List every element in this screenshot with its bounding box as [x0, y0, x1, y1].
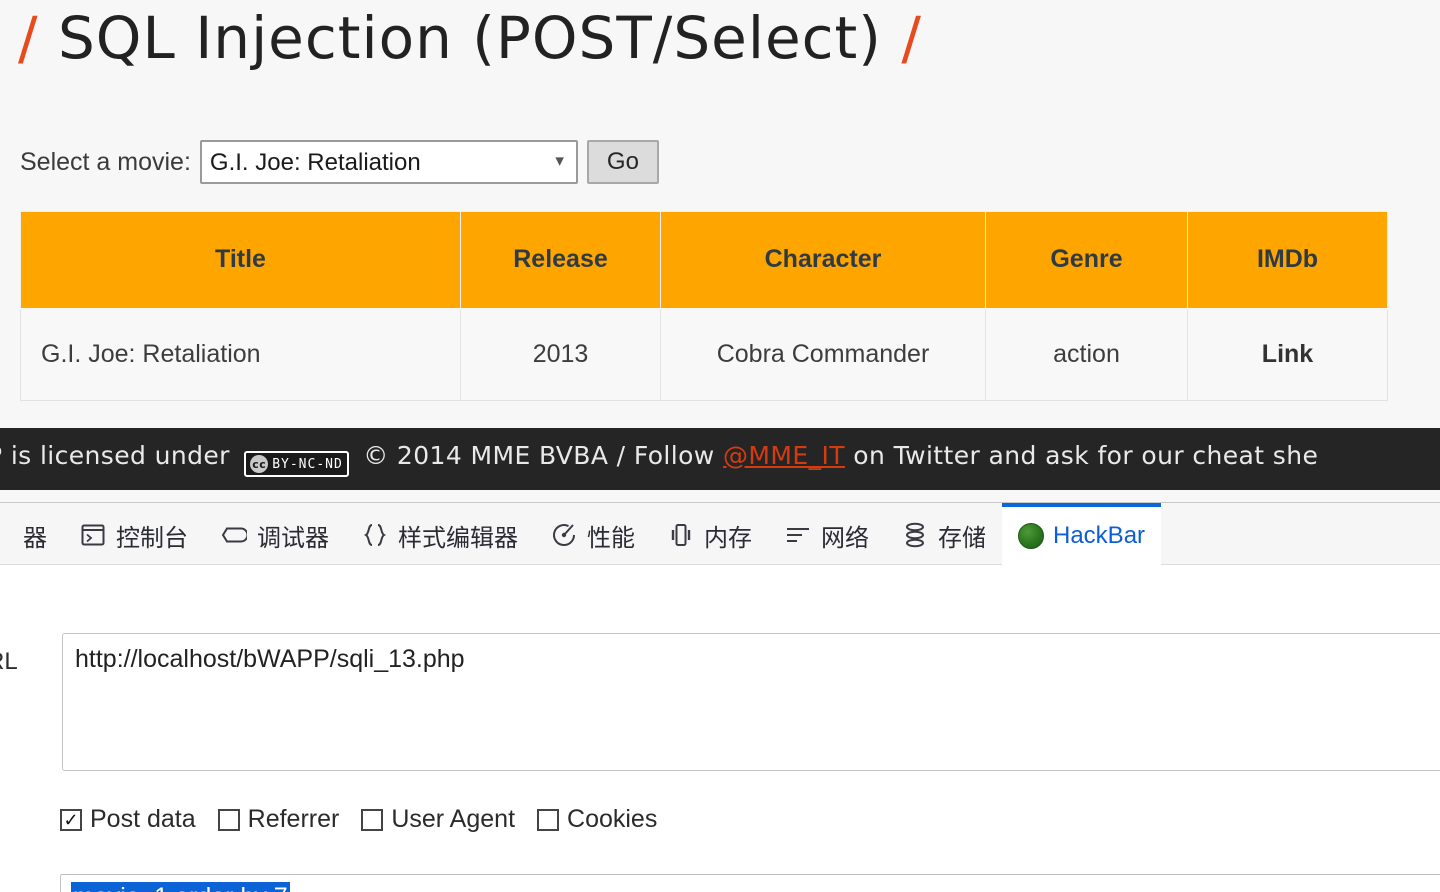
tab-network[interactable]: 网络: [768, 503, 885, 565]
inspector-icon: [0, 521, 14, 549]
tab-debugger-label: 调试器: [257, 524, 329, 552]
column-header-imdb: IMDb: [1187, 211, 1388, 310]
option-post-data-label: Post data: [90, 805, 196, 833]
table-header-row: Title Release Character Genre IMDb: [20, 211, 1388, 310]
column-header-character: Character: [660, 211, 986, 310]
tab-storage[interactable]: 存储: [885, 503, 1002, 565]
tab-hackbar-label: HackBar: [1053, 521, 1146, 549]
tab-network-label: 网络: [821, 524, 869, 552]
referrer-checkbox[interactable]: [217, 808, 240, 831]
column-header-genre: Genre: [985, 211, 1188, 310]
option-referrer[interactable]: Referrer: [217, 805, 340, 834]
page-footer: P is licensed under cc BY-NC-ND © 2014 M…: [0, 428, 1440, 490]
footer-text: P is licensed under cc BY-NC-ND © 2014 M…: [0, 441, 1318, 478]
movie-select-form: Select a movie: G.I. Joe: Retaliation ▾ …: [20, 140, 659, 184]
devtools-tabbar: 器 控制台 调试器 样式编辑器 性能 内存 网络 存储 HackBar: [0, 503, 1440, 565]
cell-genre: action: [985, 308, 1188, 401]
tab-debugger[interactable]: 调试器: [204, 503, 345, 565]
title-slash-left: /: [18, 4, 39, 72]
creative-commons-badge: cc BY-NC-ND: [244, 451, 349, 478]
devtools-panel: 器 控制台 调试器 样式编辑器 性能 内存 网络 存储 HackBar L ht…: [0, 502, 1440, 892]
performance-icon: [550, 521, 578, 549]
cc-terms-label: BY-NC-ND: [272, 456, 343, 472]
option-referrer-label: Referrer: [247, 805, 340, 833]
option-post-data[interactable]: Post data: [60, 805, 196, 834]
footer-license-text: P is licensed under: [0, 440, 230, 470]
url-label: RL: [0, 648, 18, 675]
select-a-movie-label: Select a movie:: [20, 147, 191, 176]
title-text: SQL Injection (POST/Select): [57, 4, 882, 72]
cell-character: Cobra Commander: [660, 308, 986, 401]
hackbar-icon: [1018, 522, 1044, 549]
tab-performance[interactable]: 性能: [534, 503, 651, 565]
tab-memory-label: 内存: [704, 524, 752, 552]
cookies-checkbox[interactable]: [537, 808, 560, 831]
tab-inspector-label: 器: [23, 524, 47, 552]
table-row: G.I. Joe: Retaliation 2013 Cobra Command…: [20, 308, 1388, 401]
tab-style-editor-label: 样式编辑器: [398, 524, 518, 552]
page-title: / SQL Injection (POST/Select) /: [18, 4, 922, 72]
post-data-checkbox[interactable]: [60, 808, 82, 831]
tab-performance-label: 性能: [587, 524, 635, 552]
post-data-input[interactable]: movie=1 order by 7: [60, 874, 1440, 892]
tab-console[interactable]: 控制台: [63, 503, 204, 565]
user-agent-checkbox[interactable]: [361, 808, 384, 831]
tab-hackbar[interactable]: HackBar: [1002, 503, 1162, 565]
option-cookies[interactable]: Cookies: [537, 805, 657, 834]
title-slash-right: /: [901, 4, 922, 72]
footer-copyright-text: © 2014 MME BVBA / Follow: [363, 440, 715, 470]
tab-memory[interactable]: 内存: [651, 503, 768, 565]
post-data-value: movie=1 order by 7: [71, 882, 290, 892]
memory-icon: [667, 521, 695, 549]
tab-inspector[interactable]: 器: [0, 503, 63, 565]
storage-icon: [901, 521, 929, 549]
hackbar-panel: RL L http://localhost/bWAPP/sqli_13.php …: [0, 565, 1440, 892]
cell-release: 2013: [460, 308, 661, 401]
movie-select[interactable]: G.I. Joe: Retaliation: [199, 140, 578, 184]
bwapp-page: / SQL Injection (POST/Select) / Select a…: [0, 0, 1440, 502]
style-editor-icon: [361, 521, 389, 549]
network-icon: [784, 521, 812, 549]
hackbar-options-row: Post data Referrer User Agent Cookies: [60, 805, 679, 834]
go-button[interactable]: Go: [586, 140, 659, 184]
debugger-icon: [220, 521, 248, 549]
option-user-agent[interactable]: User Agent: [361, 805, 515, 834]
movies-table: Title Release Character Genre IMDb G.I. …: [20, 211, 1388, 401]
footer-tail-text: on Twitter and ask for our cheat she: [853, 440, 1319, 470]
url-input[interactable]: http://localhost/bWAPP/sqli_13.php: [62, 633, 1440, 771]
console-icon: [79, 521, 107, 549]
movie-select-wrapper[interactable]: G.I. Joe: Retaliation ▾: [199, 140, 578, 184]
cc-icon: cc: [250, 455, 269, 474]
option-user-agent-label: User Agent: [391, 805, 516, 833]
option-cookies-label: Cookies: [567, 805, 658, 833]
cell-imdb-link[interactable]: Link: [1187, 308, 1388, 401]
column-header-title: Title: [20, 211, 461, 310]
cell-title: G.I. Joe: Retaliation: [20, 308, 461, 401]
column-header-release: Release: [460, 211, 661, 310]
tab-console-label: 控制台: [116, 524, 188, 552]
twitter-handle-link[interactable]: @MME_IT: [723, 441, 845, 470]
tab-style-editor[interactable]: 样式编辑器: [345, 503, 534, 565]
tab-storage-label: 存储: [938, 524, 986, 552]
